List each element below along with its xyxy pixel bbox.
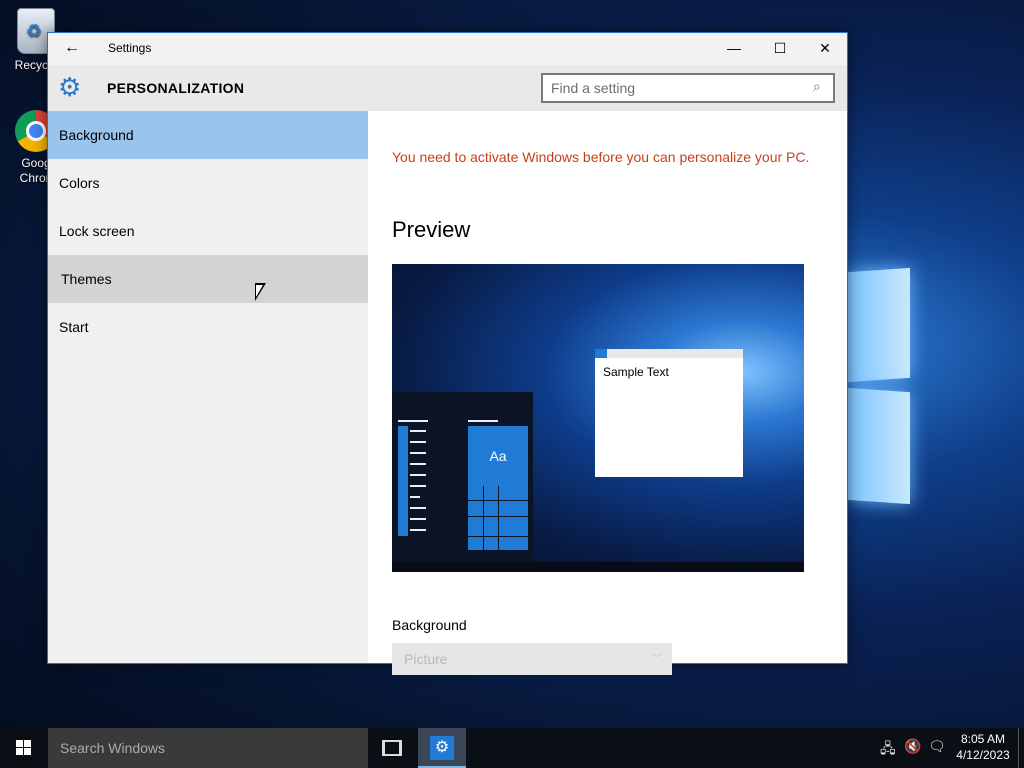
preview-heading: Preview	[392, 217, 471, 242]
taskbar: Search Windows ⚙ 🖧 🔇 🗨 8:05 AM 4/12/2023	[0, 728, 1024, 768]
sidebar-item-start[interactable]: Start	[48, 303, 368, 351]
clock-date: 4/12/2023	[956, 748, 1010, 762]
search-input[interactable]	[551, 80, 801, 96]
sidebar: Background Colors Lock screen Themes Sta…	[48, 111, 368, 663]
action-center-icon[interactable]: 🗨	[928, 738, 946, 755]
back-button[interactable]: ←	[58, 39, 86, 59]
sidebar-item-themes[interactable]: Themes	[48, 255, 368, 303]
close-button[interactable]: ✕	[802, 33, 848, 63]
mouse-cursor	[255, 283, 266, 301]
preview-tile: Aa	[468, 426, 528, 486]
background-dropdown-value: Picture	[404, 651, 448, 667]
show-desktop-button[interactable]	[1018, 728, 1024, 768]
maximize-button[interactable]: ☐	[757, 33, 803, 63]
task-view-icon[interactable]	[382, 740, 402, 756]
preview-image: Aa Sample Text	[392, 264, 804, 572]
settings-gear-icon: ⚙	[430, 736, 454, 760]
start-button[interactable]	[0, 728, 48, 768]
chevron-down-icon: ﹀	[651, 653, 662, 665]
sidebar-item-colors[interactable]: Colors	[48, 159, 368, 207]
settings-window: ← Settings — ☐ ✕ ⚙ PERSONALIZATION ⌕ Bac…	[47, 32, 848, 675]
activation-warning: You need to activate Windows before you …	[392, 149, 810, 165]
page-title: PERSONALIZATION	[107, 80, 245, 96]
taskbar-settings-app[interactable]: ⚙	[418, 728, 466, 768]
clock-time: 8:05 AM	[960, 732, 1006, 746]
window-title: Settings	[108, 41, 152, 55]
system-clock[interactable]: 8:05 AM 4/12/2023	[950, 731, 1016, 763]
preview-sample-text: Sample Text	[603, 365, 669, 379]
volume-muted-icon[interactable]: 🔇	[904, 738, 921, 755]
gear-icon: ⚙	[58, 72, 82, 102]
minimize-button[interactable]: —	[711, 33, 757, 63]
background-dropdown[interactable]: Picture ﹀	[392, 643, 672, 675]
back-arrow-icon: ←	[64, 39, 80, 56]
taskbar-search[interactable]: Search Windows	[48, 728, 368, 768]
background-label: Background	[392, 617, 467, 633]
search-icon[interactable]: ⌕	[813, 78, 821, 95]
sidebar-item-background[interactable]: Background	[48, 111, 368, 159]
preview-taskbar	[392, 562, 804, 572]
content-pane: You need to activate Windows before you …	[368, 111, 847, 675]
title-bar[interactable]: ← Settings — ☐ ✕	[48, 33, 847, 65]
taskbar-search-placeholder: Search Windows	[60, 740, 166, 756]
preview-window: Sample Text	[595, 349, 743, 477]
network-icon[interactable]: 🖧	[880, 738, 896, 762]
sidebar-item-lock-screen[interactable]: Lock screen	[48, 207, 368, 255]
windows-logo-wallpaper	[848, 230, 912, 510]
page-header: ⚙ PERSONALIZATION ⌕	[48, 65, 847, 111]
search-box[interactable]: ⌕	[541, 73, 835, 103]
